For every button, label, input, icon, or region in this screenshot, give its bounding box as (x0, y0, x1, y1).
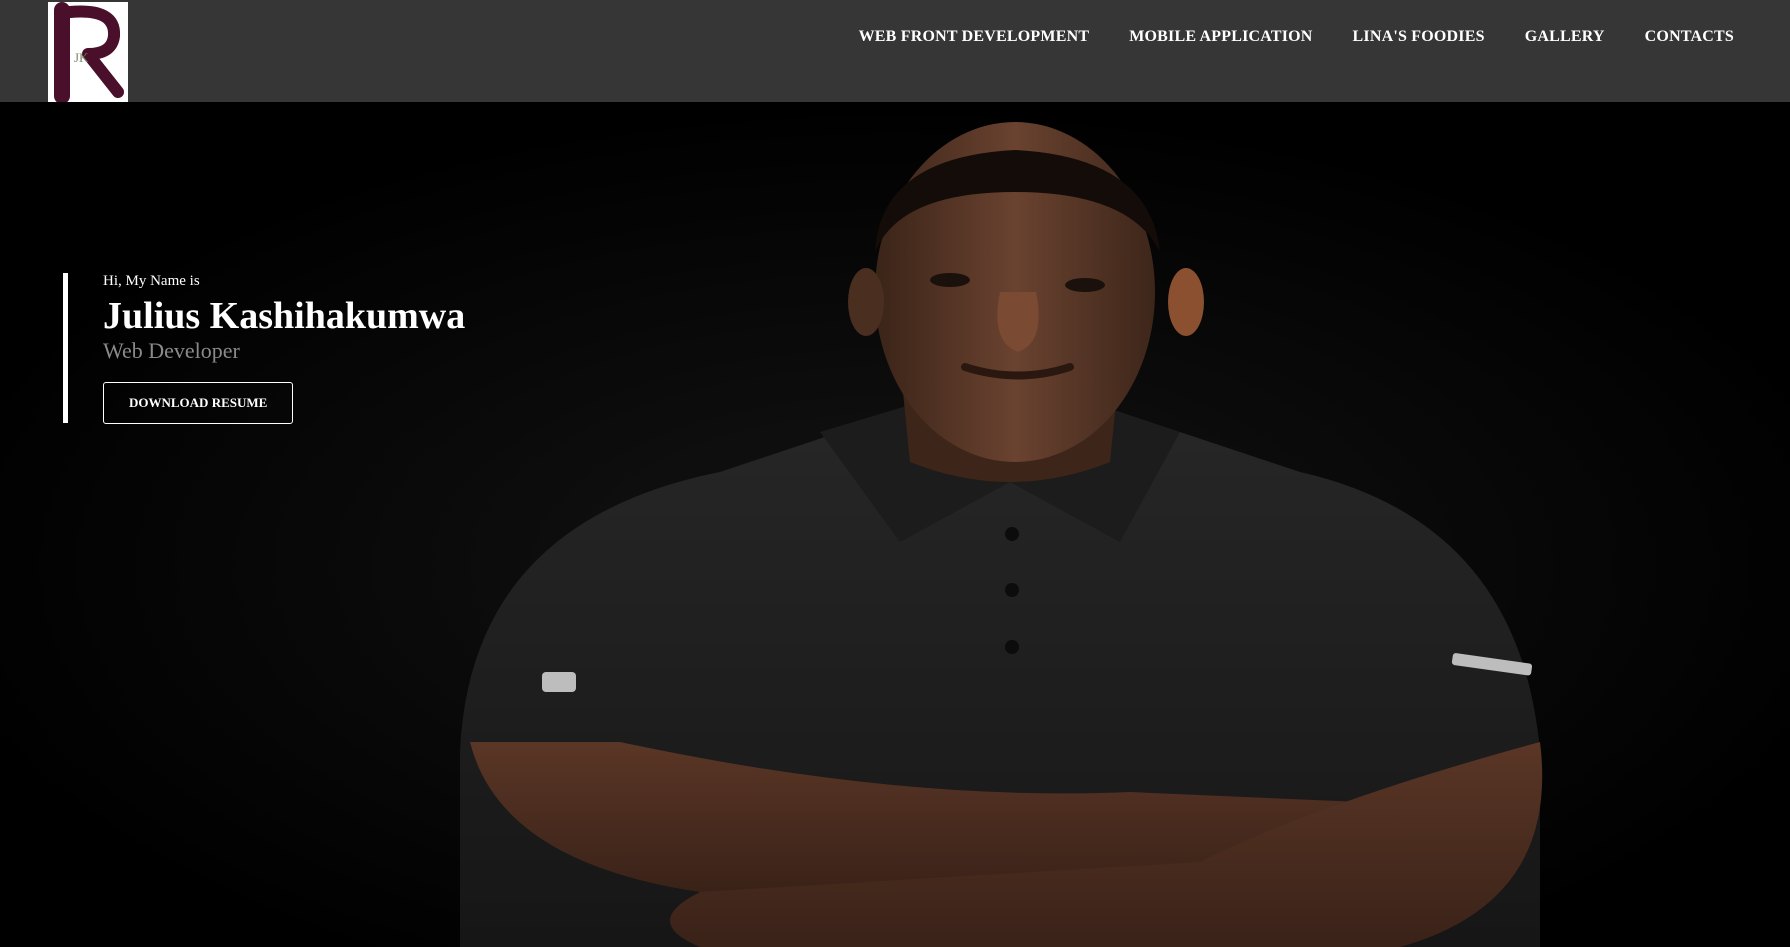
svg-text:JK: JK (74, 50, 89, 65)
role-title: Web Developer (103, 338, 240, 363)
jk-logo-icon: JK (48, 2, 128, 102)
nav-item-mobile-application[interactable]: MOBILE APPLICATION (1129, 28, 1312, 46)
hero-section: Hi, My Name is Julius Kashihakumwa Web D… (0, 102, 1790, 947)
nav-item-contacts[interactable]: CONTACTS (1645, 28, 1734, 46)
portrait-image (0, 102, 1790, 947)
nav-item-gallery[interactable]: GALLERY (1525, 28, 1605, 46)
person-name: Julius Kashihakumwa (103, 295, 466, 337)
intro-block: Hi, My Name is Julius Kashihakumwa Web D… (63, 273, 466, 424)
greeting-text: Hi, My Name is (103, 273, 200, 289)
nav-item-web-front-development[interactable]: WEB FRONT DEVELOPMENT (859, 28, 1090, 46)
site-logo[interactable]: JK (48, 2, 128, 102)
nav-item-linas-foodies[interactable]: LINA'S FOODIES (1353, 28, 1485, 46)
download-resume-button[interactable]: DOWNLOAD RESUME (103, 382, 294, 424)
main-nav: WEB FRONT DEVELOPMENT MOBILE APPLICATION… (859, 28, 1734, 46)
site-header: JK WEB FRONT DEVELOPMENT MOBILE APPLICAT… (0, 0, 1790, 102)
